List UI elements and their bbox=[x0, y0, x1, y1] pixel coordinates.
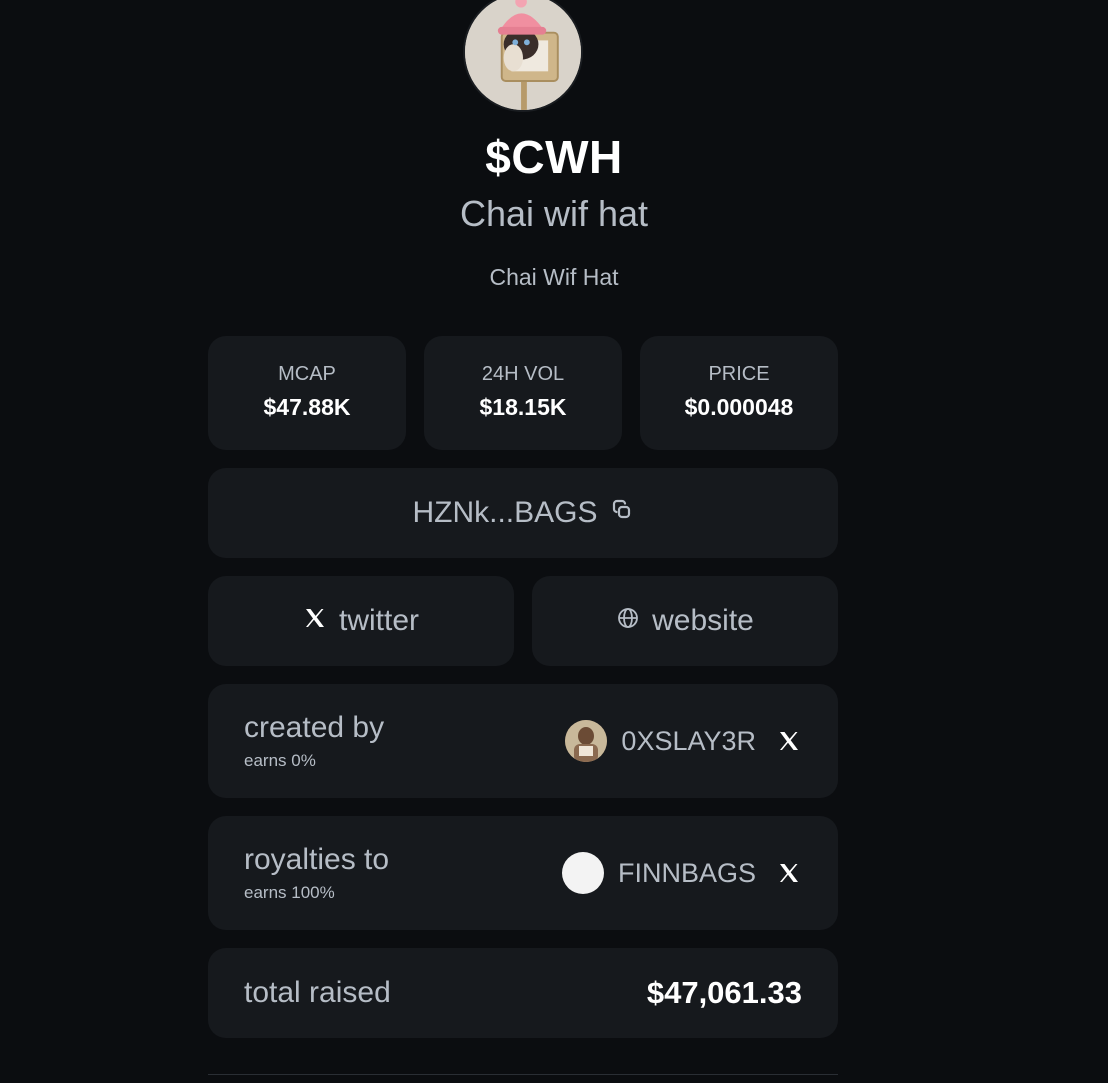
stat-value: $0.000048 bbox=[684, 394, 794, 420]
avatar bbox=[565, 720, 608, 762]
stat-value: $47.88K bbox=[263, 394, 351, 420]
copy-icon bbox=[610, 496, 634, 530]
total-raised-label: total raised bbox=[244, 976, 391, 1009]
token-avatar bbox=[463, 0, 583, 112]
creator-profile[interactable]: 0XSLAY3R bbox=[565, 684, 804, 798]
total-raised-amount: $47,061.33 bbox=[646, 975, 802, 1010]
twitter-label: twitter bbox=[338, 604, 419, 637]
token-ticker: $CWH bbox=[485, 131, 623, 183]
royalties-earns: earns 100% bbox=[244, 883, 335, 902]
contract-address-copy-button[interactable]: HZNk...BAGS bbox=[208, 468, 838, 558]
website-link-button[interactable]: website bbox=[532, 576, 838, 666]
x-logo-icon bbox=[303, 604, 327, 638]
stat-card-volume: 24H VOL $18.15K bbox=[424, 336, 622, 450]
stat-label: 24H VOL bbox=[481, 363, 565, 385]
stat-value: $18.15K bbox=[479, 394, 567, 420]
stat-label: PRICE bbox=[708, 363, 770, 385]
cat-with-pink-beanie-avatar-icon bbox=[465, 0, 581, 110]
royalties-card: royalties to earns 100% FINNBAGS bbox=[208, 816, 838, 930]
token-description: Chai Wif Hat bbox=[489, 264, 619, 290]
creator-username: 0XSLAY3R bbox=[621, 725, 756, 756]
royalties-profile[interactable]: FINNBAGS bbox=[561, 816, 804, 930]
x-logo-icon[interactable] bbox=[774, 726, 804, 756]
total-raised-card: total raised $47,061.33 bbox=[208, 948, 838, 1038]
website-label: website bbox=[652, 604, 754, 637]
creator-card: created by earns 0% 0XSLAY3R bbox=[208, 684, 838, 798]
creator-earns: earns 0% bbox=[244, 751, 316, 770]
stat-card-price: PRICE $0.000048 bbox=[640, 336, 838, 450]
contract-address: HZNk...BAGS bbox=[412, 496, 598, 529]
divider bbox=[208, 1074, 838, 1075]
twitter-link-button[interactable]: twitter bbox=[208, 576, 514, 666]
stat-card-mcap: MCAP $47.88K bbox=[208, 336, 406, 450]
royalties-username: FINNBAGS bbox=[617, 857, 756, 888]
globe-icon bbox=[616, 604, 640, 638]
x-logo-icon[interactable] bbox=[774, 858, 804, 888]
creator-title: created by bbox=[244, 711, 385, 744]
royalties-title: royalties to bbox=[244, 843, 390, 876]
avatar bbox=[561, 852, 604, 894]
token-page: $CWH Chai wif hat Chai Wif Hat MCAP $47.… bbox=[0, 0, 1108, 1083]
stat-label: MCAP bbox=[278, 363, 336, 385]
token-name: Chai wif hat bbox=[459, 193, 649, 234]
